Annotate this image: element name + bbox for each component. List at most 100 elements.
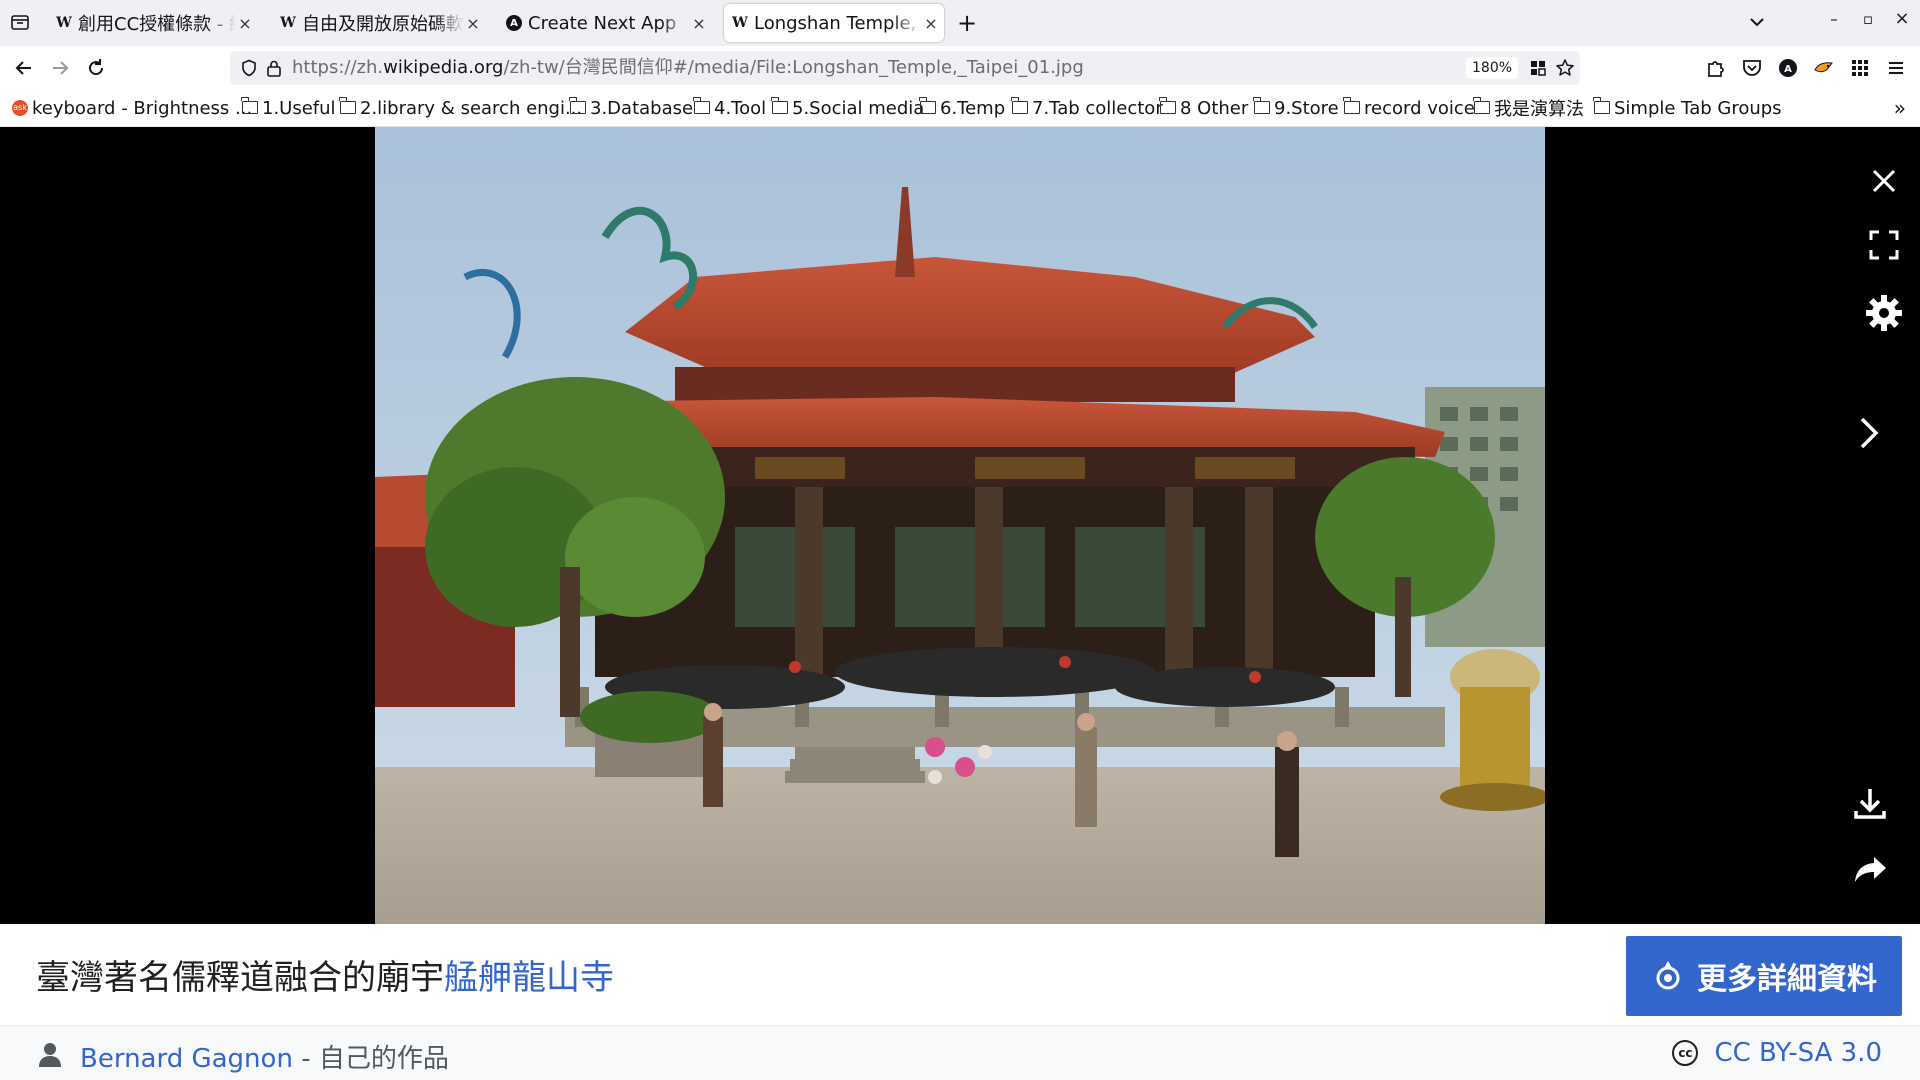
app-grid-icon[interactable]	[1848, 56, 1872, 80]
bookmark-folder-tool[interactable]: 4.Tool	[693, 95, 767, 121]
extension-puzzle-icon[interactable]	[1704, 56, 1728, 80]
url-domain: wikipedia.org	[383, 57, 504, 78]
folder-icon	[771, 96, 788, 114]
download-icon[interactable]	[1848, 781, 1892, 825]
tab-cc-license[interactable]: W 創用CC授權條款 - 維基 ×	[48, 4, 258, 42]
bookmark-folder-other[interactable]: 8 Other	[1159, 95, 1249, 121]
pocket-icon[interactable]	[1740, 56, 1764, 80]
image-caption-bar: 臺灣著名儒釋道融合的廟宇艋舺龍山寺 更多詳細資料	[0, 924, 1920, 1026]
bookmark-folder-temp[interactable]: 6.Temp	[919, 95, 1006, 121]
fox-extension-icon[interactable]	[1812, 56, 1836, 80]
folder-icon	[241, 96, 258, 114]
back-arrow-icon[interactable]	[12, 56, 36, 80]
tab-strip: W 創用CC授權條款 - 維基 × W 自由及開放原始碼軟體 × A Creat…	[0, 0, 1920, 46]
chevron-down-icon[interactable]	[1745, 10, 1769, 34]
minimize-button[interactable]: –	[1823, 10, 1845, 28]
fullscreen-icon[interactable]	[1862, 223, 1906, 267]
close-window-button[interactable]: ×	[1891, 8, 1913, 29]
close-tab-icon[interactable]: ×	[690, 14, 708, 33]
svg-text:A: A	[1784, 64, 1792, 75]
bookmark-folder-algorithm[interactable]: 我是演算法	[1473, 95, 1584, 121]
bookmark-label: 我是演算法	[1494, 99, 1584, 120]
folder-icon	[693, 96, 710, 114]
more-details-button[interactable]: 更多詳細資料	[1626, 936, 1902, 1016]
wikipedia-icon: W	[732, 15, 748, 31]
temple-photo-illustration	[375, 127, 1545, 924]
bookmark-label: 8 Other	[1180, 97, 1249, 119]
restore-button[interactable]: ▫	[1857, 10, 1879, 28]
bookmark-star-icon[interactable]	[1555, 58, 1575, 78]
bookmark-label: record voice	[1364, 97, 1475, 119]
bookmark-folder-social-media[interactable]: 5.Social media	[771, 95, 925, 121]
share-icon[interactable]	[1848, 847, 1892, 891]
firefox-view-icon[interactable]	[10, 12, 30, 32]
next-image-chevron-icon[interactable]	[1846, 411, 1890, 455]
bookmark-folder-useful[interactable]: 1.Useful	[241, 95, 336, 121]
tab-label: Create Next App	[528, 12, 677, 34]
wikipedia-icon: W	[56, 15, 72, 31]
bookmark-label: 3.Database	[590, 97, 694, 119]
close-tab-icon[interactable]: ×	[464, 14, 482, 33]
tab-label: 創用CC授權條款 - 維基	[78, 14, 236, 35]
temple-photo	[375, 127, 1545, 924]
bookmark-label: Simple Tab Groups	[1614, 97, 1782, 119]
account-avatar-icon[interactable]: A	[1776, 56, 1800, 80]
bookmark-label: 4.Tool	[714, 97, 767, 119]
bookmark-folder-simple-tab-groups[interactable]: Simple Tab Groups	[1593, 95, 1782, 121]
author-link[interactable]: Bernard Gagnon	[80, 1044, 293, 1074]
zoom-level-button[interactable]: 180%	[1466, 57, 1519, 79]
close-tab-icon[interactable]: ×	[236, 14, 254, 33]
bookmark-label: 9.Store	[1274, 97, 1339, 119]
tab-longshan-temple[interactable]: W Longshan Temple, Tai ×	[724, 4, 944, 42]
folder-icon	[1253, 96, 1270, 114]
forward-arrow-icon[interactable]	[48, 56, 72, 80]
lock-icon[interactable]	[266, 59, 282, 77]
commons-icon	[1656, 961, 1680, 990]
app-favicon-icon: A	[506, 15, 522, 31]
bookmark-label: 6.Temp	[940, 97, 1006, 119]
folder-icon	[1593, 96, 1610, 114]
bookmark-folder-database[interactable]: 3.Database	[569, 95, 694, 121]
bookmark-label: 2.library & search engi...	[360, 97, 583, 119]
temple-article-link[interactable]: 艋舺龍山寺	[444, 958, 614, 998]
reload-icon[interactable]	[84, 56, 108, 80]
navigation-bar: https://zh.wikipedia.org/zh-tw/台灣民間信仰#/m…	[0, 46, 1920, 90]
tab-next-app[interactable]: A Create Next App ×	[498, 4, 712, 42]
bookmark-label: 1.Useful	[262, 97, 336, 119]
author-attribution: Bernard Gagnon - 自己的作品	[80, 1038, 449, 1075]
close-tab-icon[interactable]: ×	[922, 14, 940, 33]
tab-foss[interactable]: W 自由及開放原始碼軟體 ×	[272, 4, 486, 42]
author-license-bar: Bernard Gagnon - 自己的作品 cc CC BY-SA 3.0	[0, 1026, 1920, 1080]
more-details-label: 更多詳細資料	[1697, 962, 1877, 997]
url-text[interactable]: https://zh.wikipedia.org/zh-tw/台灣民間信仰#/m…	[292, 51, 1084, 85]
folder-icon	[339, 96, 356, 114]
extensions-grid-icon[interactable]	[1530, 60, 1546, 76]
media-viewer	[0, 127, 1920, 924]
bookmark-folder-tab-collector[interactable]: 7.Tab collector	[1011, 95, 1163, 121]
new-tab-button[interactable]: +	[952, 8, 982, 38]
image-description: 臺灣著名儒釋道融合的廟宇艋舺龍山寺	[36, 950, 614, 999]
user-icon	[39, 1043, 61, 1067]
hamburger-menu-icon[interactable]	[1884, 56, 1908, 80]
gear-icon[interactable]	[1862, 291, 1906, 335]
bookmark-label: keyboard - Brightness ...	[32, 97, 253, 119]
tab-label: Longshan Temple, Tai	[754, 12, 922, 34]
tab-label: 自由及開放原始碼軟體	[302, 14, 464, 35]
bookmark-folder-record-voice[interactable]: record voice	[1343, 95, 1475, 121]
bookmark-folder-store[interactable]: 9.Store	[1253, 95, 1339, 121]
folder-icon	[1343, 96, 1360, 114]
shield-icon[interactable]	[240, 59, 258, 77]
bookmark-keyboard[interactable]: ask keyboard - Brightness ...	[12, 95, 252, 121]
url-prefix: https://zh.	[292, 57, 384, 78]
folder-icon	[1011, 96, 1028, 114]
license-link[interactable]: cc CC BY-SA 3.0	[1672, 1038, 1882, 1068]
url-path: /zh-tw/台灣民間信仰#/media/File:Longshan_Templ…	[503, 57, 1084, 78]
close-icon[interactable]	[1862, 159, 1906, 203]
license-label: CC BY-SA 3.0	[1714, 1038, 1882, 1068]
address-bar[interactable]: https://zh.wikipedia.org/zh-tw/台灣民間信仰#/m…	[230, 51, 1580, 85]
bookmark-label: 5.Social media	[792, 97, 925, 119]
bookmarks-overflow-icon[interactable]: »	[1894, 96, 1906, 120]
bookmark-folder-library[interactable]: 2.library & search engi...	[339, 95, 583, 121]
folder-icon	[569, 96, 586, 114]
folder-icon	[1159, 96, 1176, 114]
